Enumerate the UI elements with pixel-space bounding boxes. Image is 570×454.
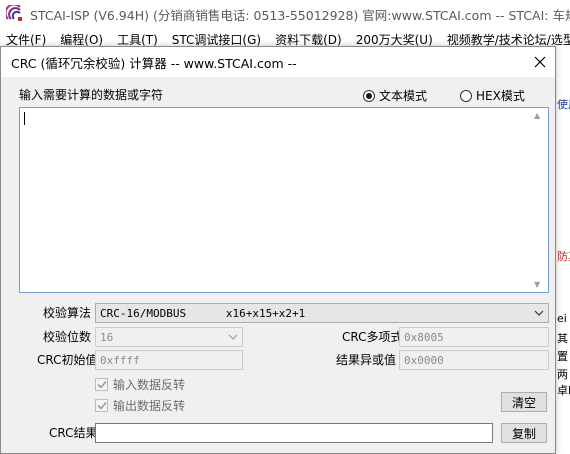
checkbox-checked-icon (95, 399, 108, 412)
text-mode-label: 文本模式 (379, 89, 428, 103)
dialog-title: CRC (循环冗余校验) 计算器 -- www.STCAI.com -- (11, 55, 297, 71)
scroll-down-icon[interactable]: ▼ (534, 280, 540, 289)
input-label: 输入需要计算的数据或字符 (19, 88, 164, 102)
main-window-titlebar: STCAI-ISP (V6.94H) (分销商销售电话: 0513-550129… (0, 0, 570, 28)
polynomial-field: 0x8005 (399, 327, 549, 347)
algorithm-label: 校验算法 (43, 306, 92, 320)
menu-program[interactable]: 编程(O) (60, 31, 103, 48)
clear-button[interactable]: 清空 (501, 392, 547, 412)
close-button[interactable] (529, 51, 551, 73)
result-label: CRC结果 (49, 426, 98, 440)
init-value-field: 0xffff (95, 350, 243, 370)
stc-logo-icon (6, 5, 22, 21)
radio-unchecked-icon (460, 89, 472, 102)
right-strip-text: 置 (557, 350, 568, 363)
reflect-output-checkbox: 输出数据反转 (95, 397, 185, 414)
dialog-titlebar: CRC (循环冗余校验) 计算器 -- www.STCAI.com -- (1, 47, 555, 77)
chevron-down-icon (224, 328, 242, 346)
text-mode-radio[interactable]: 文本模式 (363, 87, 427, 104)
xor-out-field: 0x0000 (399, 350, 549, 370)
right-strip-text: 使用 (557, 98, 570, 111)
close-icon (534, 56, 546, 68)
right-strip-text: ei (557, 312, 567, 325)
copy-button[interactable]: 复制 (501, 423, 547, 443)
reflect-input-label: 输入数据反转 (113, 378, 186, 392)
menu-video-forum[interactable]: 视频教学/技术论坛/选型( (447, 31, 570, 48)
data-input-textarea[interactable]: ▲ ▼ (19, 107, 549, 293)
reflect-output-label: 输出数据反转 (113, 399, 186, 413)
crc-calculator-dialog: CRC (循环冗余校验) 计算器 -- www.STCAI.com -- 输入需… (0, 46, 556, 454)
algorithm-select[interactable]: CRC-16/MODBUS x16+x15+x2+1 (95, 303, 549, 323)
right-strip-text: 其 (557, 332, 568, 345)
xor-out-label: 结果异或值 (336, 353, 397, 367)
menu-tools[interactable]: 工具(T) (117, 31, 158, 48)
init-value-label: CRC初始值 (37, 353, 98, 367)
textarea-scrollbar[interactable]: ▲ ▼ (531, 108, 548, 292)
bits-select: 16 (95, 327, 243, 347)
polynomial-value: 0x8005 (404, 330, 444, 344)
menu-debug-interface[interactable]: STC调试接口(G) (172, 31, 261, 48)
text-caret (24, 112, 25, 125)
menu-downloads[interactable]: 资料下载(D) (275, 31, 342, 48)
hex-mode-radio[interactable]: HEX模式 (460, 87, 525, 104)
main-window-title: STCAI-ISP (V6.94H) (分销商销售电话: 0513-550129… (30, 7, 570, 23)
init-value: 0xffff (100, 353, 140, 367)
checkbox-checked-icon (95, 378, 108, 391)
right-strip-text: 防真 (557, 250, 570, 263)
polynomial-label: CRC多项式 (342, 330, 403, 344)
menu-file[interactable]: 文件(F) (6, 31, 46, 48)
bits-label: 校验位数 (43, 330, 92, 344)
radio-checked-icon (363, 89, 375, 102)
reflect-input-checkbox: 输入数据反转 (95, 376, 185, 393)
screen: STCAI-ISP (V6.94H) (分销商销售电话: 0513-550129… (0, 0, 570, 454)
chevron-down-icon (530, 304, 548, 322)
main-window-right-edge: 使用 防真 ei 其 置 两 卓P (555, 50, 570, 454)
right-strip-text: 两 (557, 368, 568, 381)
algorithm-value: CRC-16/MODBUS x16+x15+x2+1 (100, 306, 306, 320)
bits-value: 16 (100, 330, 114, 344)
result-field[interactable] (95, 423, 493, 443)
menu-prize[interactable]: 200万大奖(U) (356, 31, 433, 48)
right-strip-text: 卓P (557, 384, 570, 397)
hex-mode-label: HEX模式 (476, 89, 525, 103)
scroll-up-icon[interactable]: ▲ (534, 111, 540, 120)
xor-out-value: 0x0000 (404, 353, 444, 367)
